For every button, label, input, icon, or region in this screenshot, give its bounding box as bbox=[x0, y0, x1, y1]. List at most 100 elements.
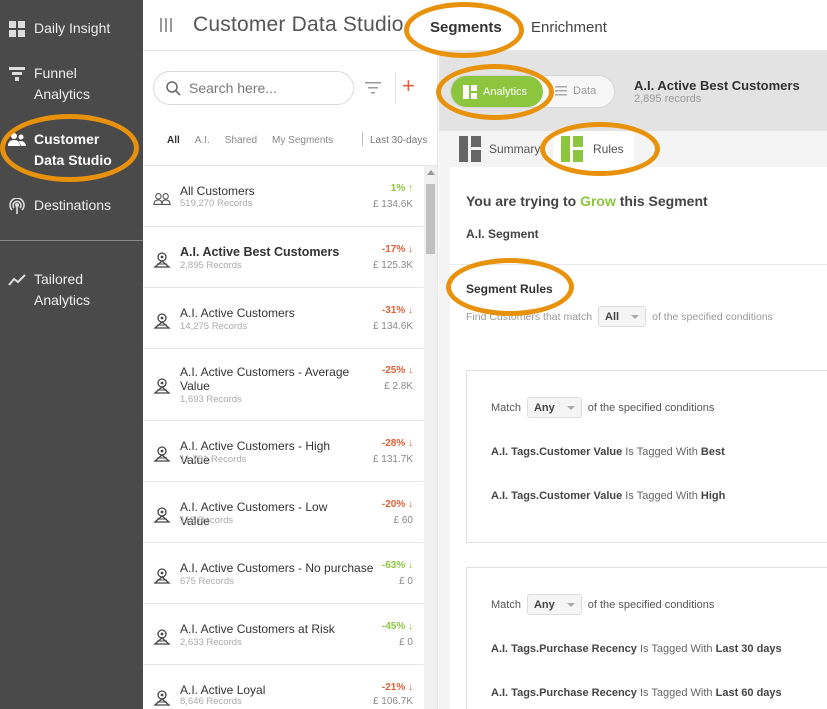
tab-summary[interactable]: Summary bbox=[459, 131, 540, 167]
sidebar-item-daily-insight[interactable]: Daily Insight bbox=[0, 18, 143, 39]
rule-condition[interactable]: A.I. Tags.Purchase Recency Is Tagged Wit… bbox=[491, 687, 782, 699]
list-item[interactable]: A.I. Active Customers - Average Value 1,… bbox=[143, 349, 423, 421]
sidebar-item-label: Daily Insight bbox=[34, 20, 111, 36]
summary-icon bbox=[459, 136, 481, 162]
segment-value: £ 0 bbox=[399, 576, 413, 587]
chevron-down-icon bbox=[566, 405, 575, 410]
scroll-thumb[interactable] bbox=[426, 184, 435, 254]
people-icon bbox=[153, 193, 171, 205]
segment-records: 2,895 Records bbox=[180, 260, 242, 271]
segment-type-label: A.I. Segment bbox=[466, 227, 539, 241]
segment-change: -31% ↓ bbox=[381, 305, 413, 316]
divider bbox=[450, 264, 827, 265]
sidebar-item-label: Tailored Analytics bbox=[34, 271, 91, 308]
filter-my-segments[interactable]: My Segments bbox=[272, 135, 333, 146]
sidebar-item-destinations[interactable]: Destinations bbox=[0, 195, 143, 216]
rule-condition[interactable]: A.I. Tags.Purchase Recency Is Tagged Wit… bbox=[491, 643, 782, 655]
separator bbox=[362, 132, 363, 146]
list-item[interactable]: A.I. Active Customers - Low Value 112 Re… bbox=[143, 482, 423, 543]
page-title: Customer Data Studio bbox=[193, 13, 404, 36]
group-match-select[interactable]: Any bbox=[526, 594, 582, 615]
segment-value: £ 134.6K bbox=[372, 321, 413, 332]
scroll-up-icon[interactable] bbox=[427, 170, 435, 175]
segment-title: A.I. Active Best Customers bbox=[634, 78, 800, 93]
segment-change: -21% ↓ bbox=[381, 682, 413, 693]
add-segment-button[interactable]: + bbox=[402, 75, 418, 97]
filter-all[interactable]: All bbox=[167, 135, 180, 146]
list-item[interactable]: A.I. Active Customers at Risk 2,633 Reco… bbox=[143, 604, 423, 665]
list-scrollbar[interactable] bbox=[424, 166, 437, 709]
broadcast-icon bbox=[8, 197, 26, 215]
funnel-icon bbox=[8, 65, 26, 83]
list-item[interactable]: A.I. Active Customers 14,275 Records -31… bbox=[143, 288, 423, 349]
ai-icon bbox=[153, 446, 171, 462]
list-icon bbox=[555, 86, 567, 96]
tab-enrichment[interactable]: Enrichment bbox=[531, 19, 607, 36]
rule-condition[interactable]: A.I. Tags.Customer Value Is Tagged With … bbox=[491, 490, 725, 502]
data-toggle[interactable]: Data bbox=[555, 85, 596, 97]
segment-records: 519,270 Records bbox=[180, 198, 253, 209]
users-icon bbox=[8, 131, 26, 149]
segment-change: -20% ↓ bbox=[381, 499, 413, 510]
search-input[interactable] bbox=[189, 80, 349, 96]
rules-icon bbox=[561, 136, 583, 162]
ai-icon bbox=[153, 252, 171, 268]
list-item[interactable]: A.I. Active Loyal 8,646 Records -21% ↓ £… bbox=[143, 665, 423, 709]
list-item[interactable]: A.I. Active Customers - High Value 11,78… bbox=[143, 421, 423, 482]
tab-segments[interactable]: Segments bbox=[430, 19, 502, 36]
segment-records: 8,646 Records bbox=[180, 696, 242, 707]
segment-records: 14,275 Records bbox=[180, 321, 248, 332]
segment-value: £ 2.8K bbox=[384, 381, 413, 392]
list-item[interactable]: A.I. Active Customers - No purchase 675 … bbox=[143, 543, 423, 604]
match-mode-select[interactable]: All bbox=[598, 306, 647, 327]
segment-value: £ 60 bbox=[393, 515, 413, 526]
rule-condition[interactable]: A.I. Tags.Customer Value Is Tagged With … bbox=[491, 446, 725, 458]
segment-detail: Analytics Data A.I. Active Best Customer… bbox=[439, 51, 827, 709]
sidebar-item-label: Destinations bbox=[34, 197, 112, 213]
segment-change: -17% ↓ bbox=[381, 244, 413, 255]
tab-rules[interactable]: Rules bbox=[553, 131, 634, 167]
segment-records: 2,633 Records bbox=[180, 637, 242, 648]
detail-subtabs: Summary Rules bbox=[450, 131, 827, 167]
filter-ai[interactable]: A.I. bbox=[195, 135, 210, 146]
rule-group: Match Any of the specified conditions A.… bbox=[466, 370, 827, 543]
segment-records: 112 Records bbox=[180, 515, 234, 526]
segment-records: 2,895 records bbox=[634, 93, 702, 105]
sidebar-item-customer-data-studio[interactable]: Customer Data Studio bbox=[0, 129, 143, 171]
rule-group: Match Any of the specified conditions A.… bbox=[466, 567, 827, 709]
date-filter[interactable]: Last 30-days bbox=[370, 135, 427, 146]
segment-value: £ 106.7K bbox=[372, 696, 413, 707]
grid-icon bbox=[8, 20, 26, 38]
ai-icon bbox=[153, 313, 171, 329]
view-toggle[interactable]: Analytics Data bbox=[450, 75, 615, 108]
ai-icon bbox=[153, 568, 171, 584]
segment-change: 1% ↑ bbox=[390, 183, 413, 194]
search-box[interactable] bbox=[153, 71, 354, 105]
segment-records: 675 Records bbox=[180, 576, 234, 587]
group-match-select[interactable]: Any bbox=[526, 397, 582, 418]
list-item[interactable]: A.I. Active Best Customers 2,895 Records… bbox=[143, 227, 423, 288]
filter-shared[interactable]: Shared bbox=[225, 135, 257, 146]
grow-statement: You are trying to Grow this Segment bbox=[466, 193, 708, 209]
analytics-toggle[interactable]: Analytics bbox=[451, 76, 543, 107]
chevron-down-icon bbox=[566, 602, 575, 607]
ai-icon bbox=[153, 690, 171, 706]
segment-name: A.I. Active Best Customers bbox=[180, 245, 340, 259]
filter-icon[interactable] bbox=[365, 81, 381, 95]
segment-change: -28% ↓ bbox=[381, 438, 413, 449]
trend-icon bbox=[8, 271, 26, 289]
ai-icon bbox=[153, 378, 171, 394]
sidebar-item-funnel-analytics[interactable]: Funnel Analytics bbox=[0, 63, 143, 105]
sidebar: Daily Insight Funnel Analytics Customer … bbox=[0, 0, 143, 709]
separator bbox=[395, 73, 396, 103]
segment-name: A.I. Active Customers bbox=[180, 306, 295, 320]
segment-name: A.I. Active Customers - Average Value bbox=[180, 365, 350, 393]
chevron-down-icon bbox=[631, 314, 640, 319]
group-match-line: Match Any of the specified conditions bbox=[491, 397, 714, 418]
sidebar-item-tailored-analytics[interactable]: Tailored Analytics bbox=[0, 269, 143, 311]
ai-icon bbox=[153, 629, 171, 645]
search-icon bbox=[166, 80, 181, 96]
segment-list-panel: + All A.I. Shared My Segments Last 30-da… bbox=[143, 51, 438, 709]
menu-icon[interactable] bbox=[160, 18, 172, 32]
list-item[interactable]: All Customers 519,270 Records 1% ↑ £ 134… bbox=[143, 166, 423, 227]
